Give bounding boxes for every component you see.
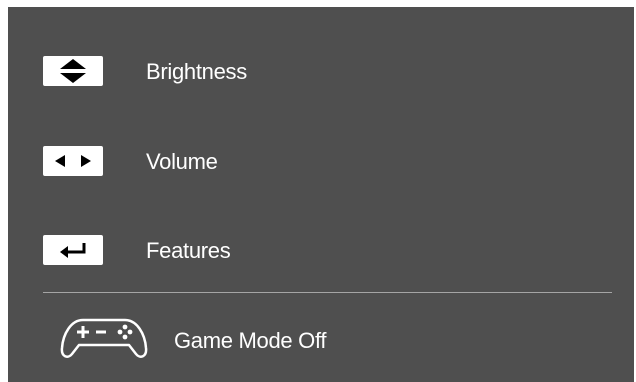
menu-item-features[interactable]: Features xyxy=(8,226,634,274)
menu-item-brightness[interactable]: Brightness xyxy=(8,47,634,95)
left-right-arrows-icon xyxy=(43,146,103,176)
menu-item-volume[interactable]: Volume xyxy=(8,137,634,185)
game-mode-label: Game Mode Off xyxy=(174,328,327,353)
osd-menu-panel: Brightness Volume Features Game Mode Off xyxy=(8,7,634,382)
gamepad-icon xyxy=(60,318,148,358)
brightness-label: Brightness xyxy=(146,59,247,84)
up-down-arrows-icon xyxy=(43,56,103,86)
features-label: Features xyxy=(146,238,231,263)
menu-divider xyxy=(43,292,612,293)
enter-return-icon xyxy=(43,235,103,265)
volume-label: Volume xyxy=(146,149,218,174)
